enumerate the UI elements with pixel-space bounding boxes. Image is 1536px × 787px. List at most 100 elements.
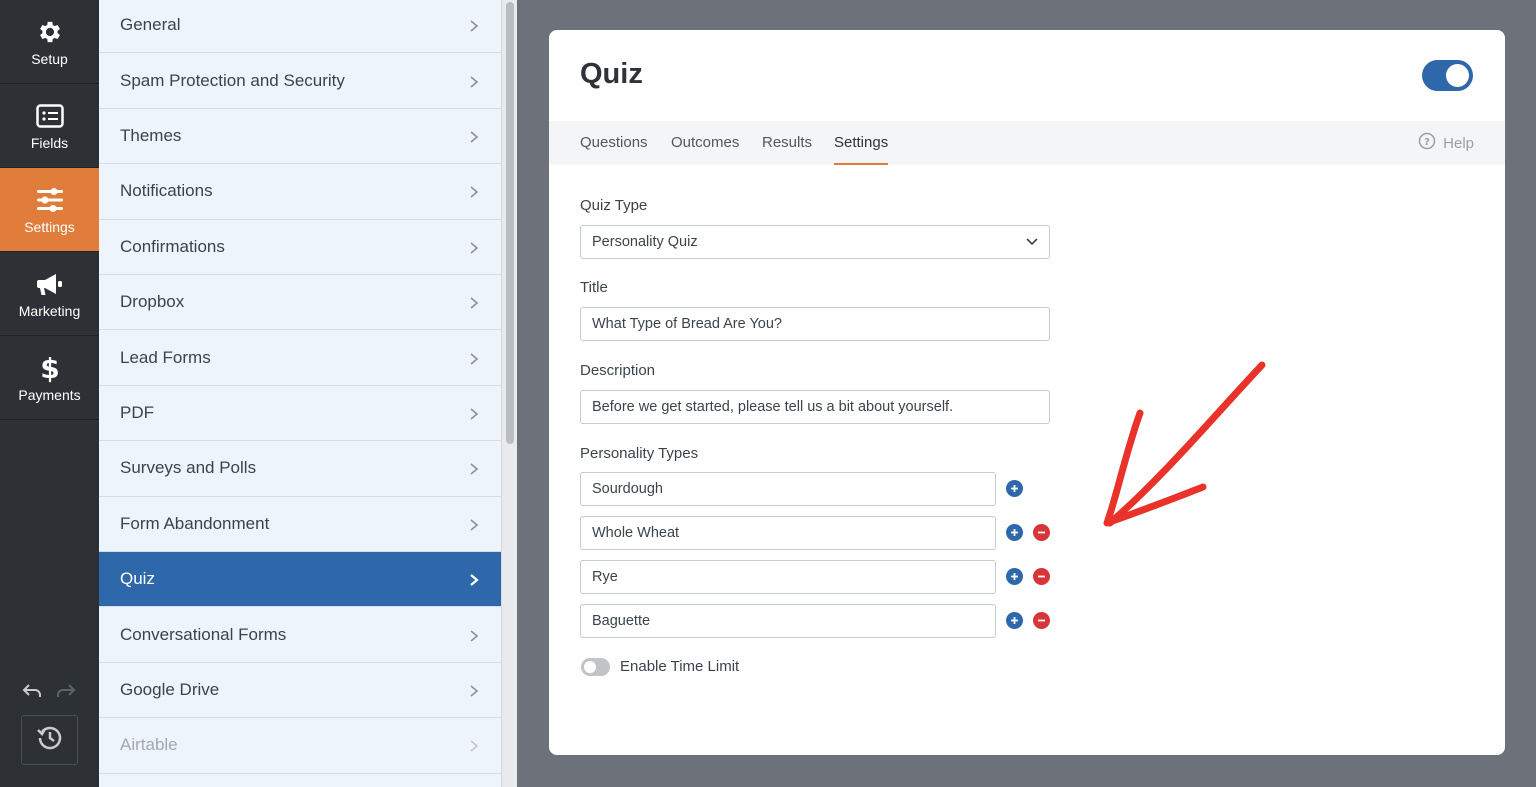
rail-item-setup[interactable]: Setup bbox=[0, 0, 99, 84]
settings-item-label: Conversational Forms bbox=[120, 624, 287, 644]
plus-icon bbox=[1011, 573, 1018, 580]
undo-icon[interactable] bbox=[22, 680, 42, 700]
rail-item-payments[interactable]: $ Payments bbox=[0, 336, 99, 420]
personality-type-input[interactable]: Sourdough bbox=[580, 472, 996, 506]
plus-icon bbox=[1011, 529, 1018, 536]
description-input[interactable]: Before we get started, please tell us a … bbox=[580, 390, 1050, 424]
settings-item-general[interactable]: General bbox=[99, 0, 501, 54]
rail-item-label: Setup bbox=[31, 50, 68, 67]
sliders-icon bbox=[35, 185, 65, 215]
rail-item-label: Payments bbox=[18, 386, 81, 403]
annotation-arrow-icon bbox=[1103, 361, 1266, 527]
time-limit-label: Enable Time Limit bbox=[620, 658, 740, 675]
plus-icon bbox=[1011, 485, 1018, 492]
fields-list-icon bbox=[35, 101, 65, 131]
settings-item-google-drive[interactable]: Google Drive bbox=[99, 663, 501, 719]
rail-item-marketing[interactable]: Marketing bbox=[0, 252, 99, 336]
settings-item-spam-protection-and-security[interactable]: Spam Protection and Security bbox=[99, 53, 501, 109]
tab-questions[interactable]: Questions bbox=[580, 121, 648, 165]
settings-item-label: Airtable bbox=[120, 735, 178, 755]
rail-item-label: Marketing bbox=[18, 302, 81, 319]
quiz-settings-card: Quiz Questions Outcomes Results Settings… bbox=[549, 30, 1505, 755]
chevron-right-icon bbox=[468, 74, 480, 88]
tab-settings[interactable]: Settings bbox=[834, 121, 889, 165]
tab-results[interactable]: Results bbox=[762, 121, 812, 165]
dollar-icon: $ bbox=[35, 353, 65, 383]
remove-personality-type-button[interactable] bbox=[1033, 568, 1050, 585]
toggle-knob bbox=[1446, 64, 1469, 87]
quiz-enable-toggle[interactable] bbox=[1422, 60, 1473, 91]
revisions-button[interactable] bbox=[21, 715, 78, 765]
megaphone-icon bbox=[35, 269, 65, 299]
svg-text:$: $ bbox=[40, 353, 59, 383]
settings-item-label: General bbox=[120, 15, 181, 35]
toggle-knob bbox=[584, 661, 596, 673]
title-label: Title bbox=[580, 279, 608, 296]
help-icon: ? bbox=[1418, 132, 1436, 154]
svg-text:?: ? bbox=[1424, 137, 1430, 148]
history-icon bbox=[36, 724, 64, 757]
tab-bar: Questions Outcomes Results Settings ? He… bbox=[549, 121, 1505, 165]
quiz-type-label: Quiz Type bbox=[580, 197, 648, 214]
minus-icon bbox=[1038, 575, 1045, 578]
settings-item-label: Lead Forms bbox=[120, 347, 211, 367]
left-rail: Setup Fields Settings Marketing $ Paymen… bbox=[0, 0, 99, 787]
add-personality-type-button[interactable] bbox=[1006, 612, 1023, 629]
settings-item-confirmations[interactable]: Confirmations bbox=[99, 220, 501, 275]
settings-item-lead-forms[interactable]: Lead Forms bbox=[99, 330, 501, 386]
remove-personality-type-button[interactable] bbox=[1033, 612, 1050, 629]
rail-item-label: Settings bbox=[24, 218, 75, 235]
page-title: Quiz bbox=[580, 58, 643, 90]
minus-icon bbox=[1038, 531, 1045, 534]
rail-item-fields[interactable]: Fields bbox=[0, 84, 99, 168]
quiz-type-value: Personality Quiz bbox=[592, 234, 698, 250]
chevron-right-icon bbox=[468, 628, 480, 642]
rail-item-settings[interactable]: Settings bbox=[0, 168, 99, 252]
settings-item-surveys-and-polls[interactable]: Surveys and Polls bbox=[99, 441, 501, 497]
minus-icon bbox=[1038, 619, 1045, 622]
chevron-right-icon bbox=[468, 240, 480, 254]
remove-personality-type-button[interactable] bbox=[1033, 524, 1050, 541]
add-personality-type-button[interactable] bbox=[1006, 568, 1023, 585]
scrollbar-thumb[interactable] bbox=[506, 2, 514, 444]
personality-types-label: Personality Types bbox=[580, 445, 699, 462]
settings-item-notifications[interactable]: Notifications bbox=[99, 164, 501, 220]
settings-item-label: PDF bbox=[120, 402, 154, 422]
settings-item-label: Surveys and Polls bbox=[120, 458, 257, 478]
chevron-right-icon bbox=[468, 683, 480, 697]
settings-item-conversational-forms[interactable]: Conversational Forms bbox=[99, 607, 501, 663]
chevron-right-icon bbox=[468, 572, 480, 587]
settings-item-airtable[interactable]: Airtable bbox=[99, 718, 501, 774]
title-input[interactable]: What Type of Bread Are You? bbox=[580, 307, 1050, 341]
chevron-right-icon bbox=[468, 295, 480, 309]
settings-item-form-abandonment[interactable]: Form Abandonment bbox=[99, 497, 501, 552]
settings-item-label: Google Drive bbox=[120, 679, 220, 699]
add-personality-type-button[interactable] bbox=[1006, 480, 1023, 497]
chevron-right-icon bbox=[468, 517, 480, 531]
help-link[interactable]: ? Help bbox=[1418, 121, 1474, 165]
chevron-right-icon bbox=[468, 738, 480, 752]
settings-item-pdf[interactable]: PDF bbox=[99, 386, 501, 442]
personality-type-input[interactable]: Baguette bbox=[580, 604, 996, 638]
add-personality-type-button[interactable] bbox=[1006, 524, 1023, 541]
quiz-type-select[interactable]: Personality Quiz bbox=[580, 225, 1050, 259]
undo-redo-group bbox=[22, 680, 76, 700]
settings-panel: General Spam Protection and Security Theme… bbox=[99, 0, 501, 787]
chevron-right-icon bbox=[468, 129, 480, 143]
redo-icon[interactable] bbox=[56, 680, 76, 700]
description-label: Description bbox=[580, 362, 656, 379]
settings-item-quiz[interactable]: Quiz bbox=[99, 552, 501, 608]
chevron-right-icon bbox=[468, 406, 480, 420]
gear-icon bbox=[35, 17, 65, 47]
chevron-right-icon bbox=[468, 461, 480, 475]
chevron-right-icon bbox=[468, 184, 480, 198]
settings-item-themes[interactable]: Themes bbox=[99, 109, 501, 165]
personality-type-input[interactable]: Whole Wheat bbox=[580, 516, 996, 550]
settings-item-dropbox[interactable]: Dropbox bbox=[99, 275, 501, 331]
chevron-right-icon bbox=[468, 351, 480, 365]
time-limit-toggle[interactable] bbox=[581, 658, 610, 676]
settings-item-label: Form Abandonment bbox=[120, 513, 270, 533]
personality-type-input[interactable]: Rye bbox=[580, 560, 996, 594]
tab-outcomes[interactable]: Outcomes bbox=[671, 121, 739, 165]
rail-item-label: Fields bbox=[30, 134, 69, 151]
